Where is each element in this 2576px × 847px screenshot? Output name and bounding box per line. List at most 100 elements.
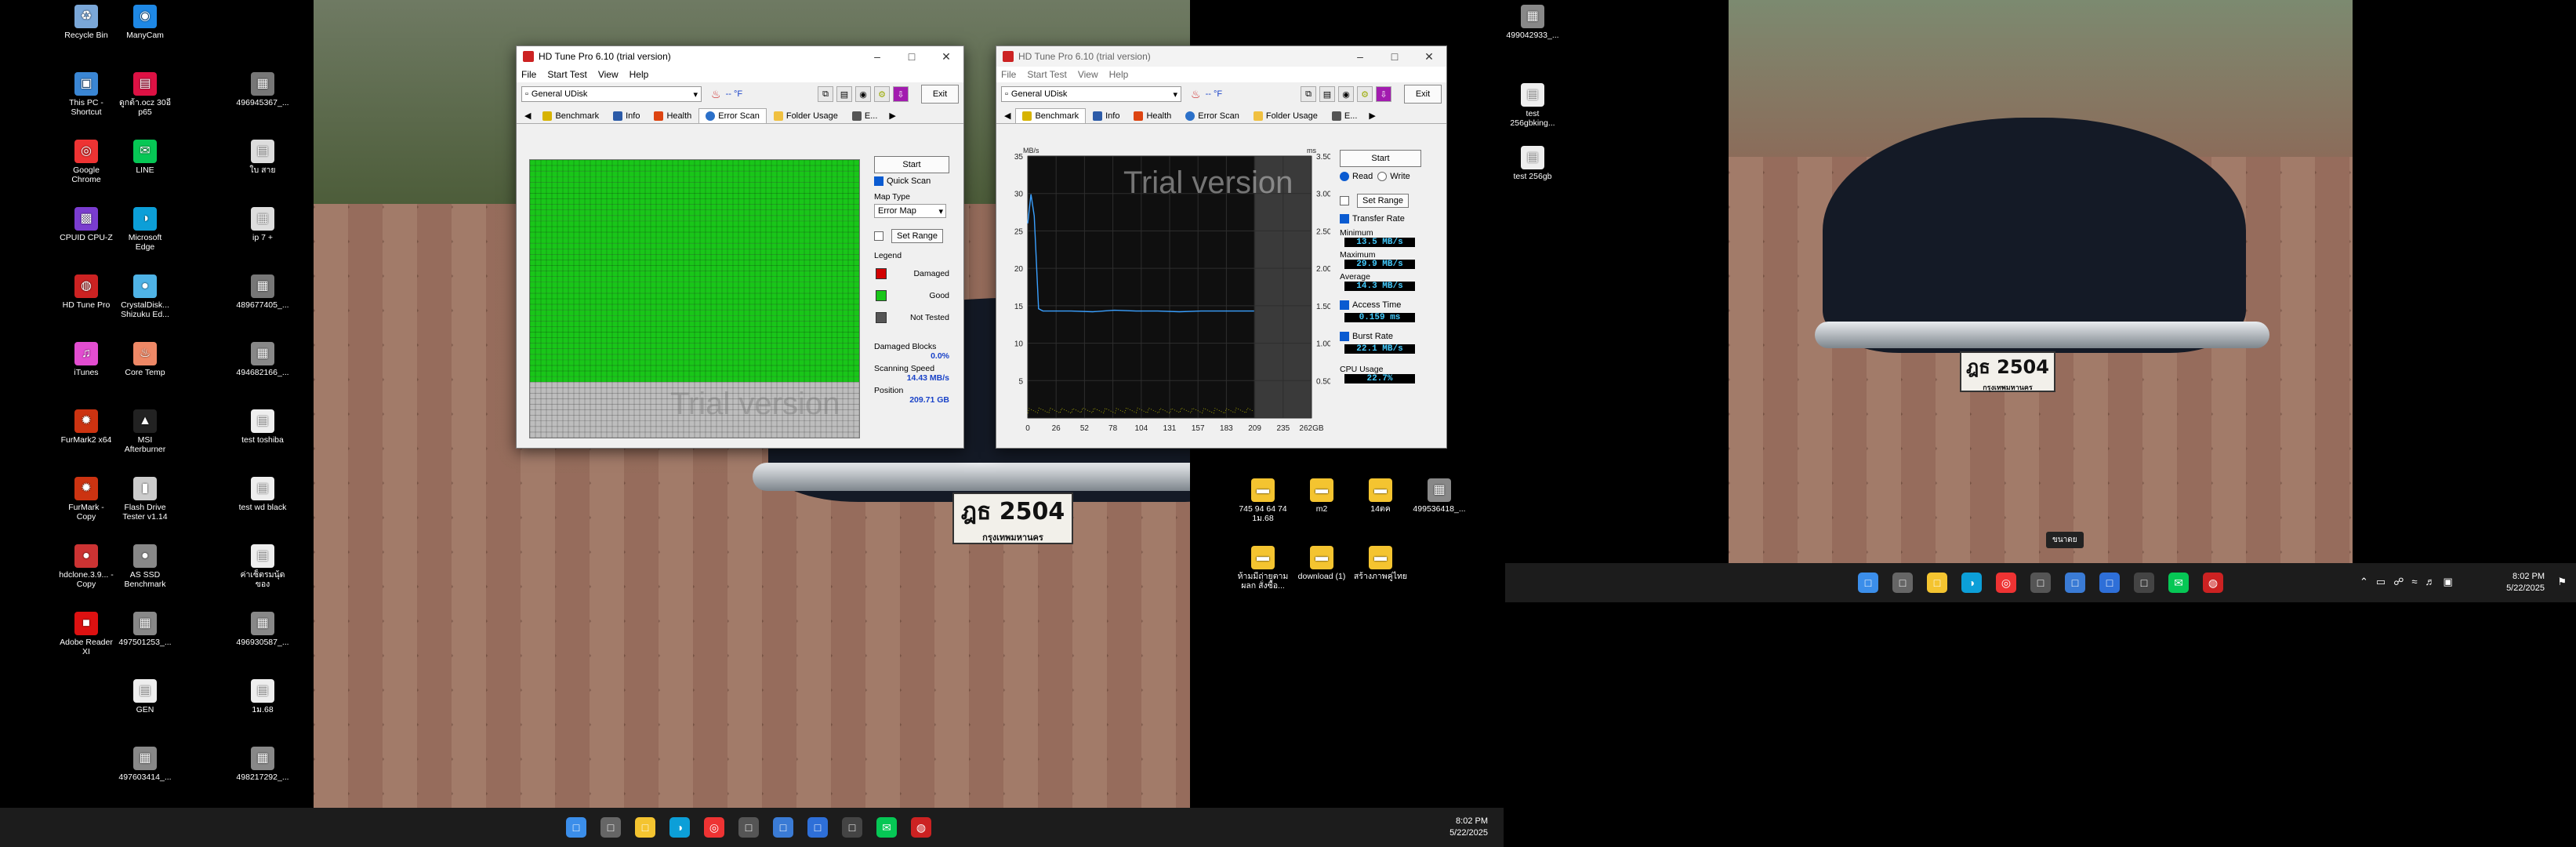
desktop-icon[interactable]: ▬ ห้ามมีถ่ายตาม ผลก สั่งซื้อ... bbox=[1235, 546, 1290, 591]
store-icon[interactable]: □ bbox=[842, 817, 862, 838]
task-view-icon[interactable]: □ bbox=[1892, 573, 1913, 593]
desktop-icon[interactable]: ● CrystalDisk... Shizuku Ed... bbox=[118, 274, 172, 319]
desktop-icon[interactable]: ▲ MSI Afterburner bbox=[118, 409, 172, 454]
desktop-icon[interactable]: ▬ m2 bbox=[1294, 478, 1349, 514]
desktop-icon[interactable]: ▬ 745 94 64 74 1ม.68 bbox=[1235, 478, 1290, 523]
menu-start-test[interactable]: Start Test bbox=[1027, 69, 1066, 80]
desktop-icon[interactable]: ◉ ManyCam bbox=[118, 5, 172, 40]
desktop-icon[interactable]: ▮ Flash Drive Tester v1.14 bbox=[118, 477, 172, 522]
tab-extra[interactable]: E... bbox=[1325, 108, 1365, 123]
task-view-icon[interactable]: □ bbox=[600, 817, 621, 838]
desktop-icon[interactable]: ▤ ใบ สาย bbox=[235, 140, 290, 175]
security-icon[interactable]: ☍ bbox=[2393, 576, 2404, 588]
minimize-button[interactable]: – bbox=[860, 50, 894, 64]
calculator-icon[interactable]: □ bbox=[2030, 573, 2051, 593]
tab-scroll-right-icon[interactable]: ▶ bbox=[1364, 108, 1380, 123]
maximize-button[interactable]: □ bbox=[1377, 50, 1412, 64]
desktop-icon[interactable]: ▤ GEN bbox=[118, 679, 172, 714]
settings-icon[interactable]: □ bbox=[2065, 573, 2085, 593]
store-icon[interactable]: □ bbox=[2134, 573, 2154, 593]
tab-error-scan[interactable]: Error Scan bbox=[698, 108, 767, 123]
windows-start-icon[interactable]: □ bbox=[1858, 573, 1878, 593]
desktop-icon[interactable]: ▦ 499042933_... bbox=[1505, 5, 1560, 40]
desktop-icon[interactable]: ▦ 494682166_... bbox=[235, 342, 290, 377]
desktop-icon[interactable]: ♨ Core Temp bbox=[118, 342, 172, 377]
close-button[interactable]: ✕ bbox=[929, 50, 963, 64]
tab-scroll-left-icon[interactable]: ◀ bbox=[520, 108, 535, 123]
desktop-icon[interactable]: ■ Adobe Reader XI bbox=[59, 612, 114, 656]
menu-view[interactable]: View bbox=[598, 69, 619, 80]
desktop-icon[interactable]: ▤ test wd black bbox=[235, 477, 290, 512]
chevron-up-icon[interactable]: ⌃ bbox=[2360, 576, 2368, 588]
set-range-button[interactable]: Set Range bbox=[891, 229, 943, 243]
windows-start-icon[interactable]: □ bbox=[566, 817, 586, 838]
tab-health[interactable]: Health bbox=[1127, 108, 1178, 123]
transfer-rate-checkbox[interactable]: Transfer Rate bbox=[1340, 214, 1421, 224]
copy-info-icon[interactable]: ▤ bbox=[836, 86, 852, 102]
tab-info[interactable]: Info bbox=[606, 108, 647, 123]
chrome-icon[interactable]: ◎ bbox=[704, 817, 724, 838]
set-range-checkbox[interactable]: Set Range bbox=[874, 229, 949, 243]
menu-view[interactable]: View bbox=[1078, 69, 1098, 80]
desktop-icon[interactable]: ♫ iTunes bbox=[59, 342, 114, 377]
copy-icon[interactable]: ⧉ bbox=[1301, 86, 1316, 102]
drive-select[interactable]: ▫ General UDisk ▾ bbox=[1001, 86, 1181, 102]
usb-icon[interactable]: ▭ bbox=[2376, 576, 2386, 588]
tab-scroll-right-icon[interactable]: ▶ bbox=[884, 108, 900, 123]
set-range-checkbox[interactable]: Set Range bbox=[1340, 194, 1421, 208]
desktop-icon[interactable]: ▦ 496930587_... bbox=[235, 612, 290, 647]
start-button[interactable]: Start bbox=[1340, 150, 1421, 167]
desktop-icon[interactable]: ◑ Microsoft Edge bbox=[118, 207, 172, 252]
copy-icon[interactable]: ⧉ bbox=[818, 86, 833, 102]
notepad-icon[interactable]: □ bbox=[2099, 573, 2120, 593]
copy-info-icon[interactable]: ▤ bbox=[1319, 86, 1335, 102]
tab-benchmark[interactable]: Benchmark bbox=[1015, 108, 1087, 123]
access-time-checkbox[interactable]: Access Time bbox=[1340, 300, 1421, 310]
desktop-icon[interactable]: ♻ Recycle Bin bbox=[59, 5, 114, 40]
minimize-button[interactable]: – bbox=[1343, 50, 1377, 64]
battery-icon[interactable]: ▣ bbox=[2444, 576, 2453, 588]
menu-file[interactable]: File bbox=[521, 69, 536, 80]
desktop-icon[interactable]: ▣ This PC - Shortcut bbox=[59, 72, 114, 117]
tab-info[interactable]: Info bbox=[1086, 108, 1127, 123]
desktop-icon[interactable]: ▤ ดูกต้า.ocz 30อี p65 bbox=[118, 72, 172, 117]
desktop-icon[interactable]: ▦ 489677405_... bbox=[235, 274, 290, 310]
desktop-icon[interactable]: ✹ FurMark - Copy bbox=[59, 477, 114, 522]
write-radio[interactable]: Write bbox=[1377, 172, 1410, 181]
notification-bell-icon[interactable]: ⚑ bbox=[2557, 576, 2567, 588]
wifi-icon[interactable]: ≈ bbox=[2411, 576, 2417, 588]
calculator-icon[interactable]: □ bbox=[738, 817, 759, 838]
desktop-icon[interactable]: ▤ test 256gb bbox=[1505, 146, 1560, 181]
desktop-icon[interactable]: ▩ CPUID CPU-Z bbox=[59, 207, 114, 242]
screenshot-icon[interactable]: ◉ bbox=[855, 86, 871, 102]
close-button[interactable]: ✕ bbox=[1412, 50, 1446, 64]
desktop-icon[interactable]: ▬ download (1) bbox=[1294, 546, 1349, 581]
title-bar[interactable]: HD Tune Pro 6.10 (trial version) – □ ✕ bbox=[517, 46, 963, 67]
desktop-icon[interactable]: ▦ 498217292_... bbox=[235, 747, 290, 782]
desktop-icon[interactable]: ◎ Google Chrome bbox=[59, 140, 114, 184]
settings-icon[interactable]: □ bbox=[773, 817, 793, 838]
quick-scan-checkbox[interactable]: Quick Scan bbox=[874, 176, 949, 186]
exit-button[interactable]: Exit bbox=[1404, 85, 1442, 104]
desktop-icon[interactable]: ▤ test 256gbking... bbox=[1505, 83, 1560, 128]
tab-extra[interactable]: E... bbox=[845, 108, 885, 123]
tab-scroll-left-icon[interactable]: ◀ bbox=[1000, 108, 1015, 123]
desktop-icon[interactable]: ● hdclone.3.9... - Copy bbox=[59, 544, 114, 589]
desktop-icon[interactable]: ▤ ค่าเซ็ตรมนุ้ด ของ bbox=[235, 544, 290, 589]
burst-rate-checkbox[interactable]: Burst Rate bbox=[1340, 332, 1421, 341]
hdtune-window-error-scan[interactable]: HD Tune Pro 6.10 (trial version) – □ ✕ F… bbox=[516, 45, 964, 449]
tab-error-scan[interactable]: Error Scan bbox=[1178, 108, 1246, 123]
line-icon[interactable]: ✉ bbox=[2168, 573, 2189, 593]
save-icon[interactable]: ⇩ bbox=[893, 86, 909, 102]
volume-icon[interactable]: ♬ bbox=[2425, 576, 2436, 588]
desktop-icon[interactable]: ▦ 499536418_... bbox=[1412, 478, 1467, 514]
menu-help[interactable]: Help bbox=[629, 69, 649, 80]
hdtune-icon[interactable]: ◍ bbox=[2203, 573, 2223, 593]
desktop-icon[interactable]: ▦ 496945367_... bbox=[235, 72, 290, 107]
tab-health[interactable]: Health bbox=[647, 108, 698, 123]
desktop-icon[interactable]: ✉ LINE bbox=[118, 140, 172, 175]
notepad-icon[interactable]: □ bbox=[807, 817, 828, 838]
set-range-button[interactable]: Set Range bbox=[1357, 194, 1409, 208]
line-icon[interactable]: ✉ bbox=[876, 817, 897, 838]
hdtune-icon[interactable]: ◍ bbox=[911, 817, 931, 838]
